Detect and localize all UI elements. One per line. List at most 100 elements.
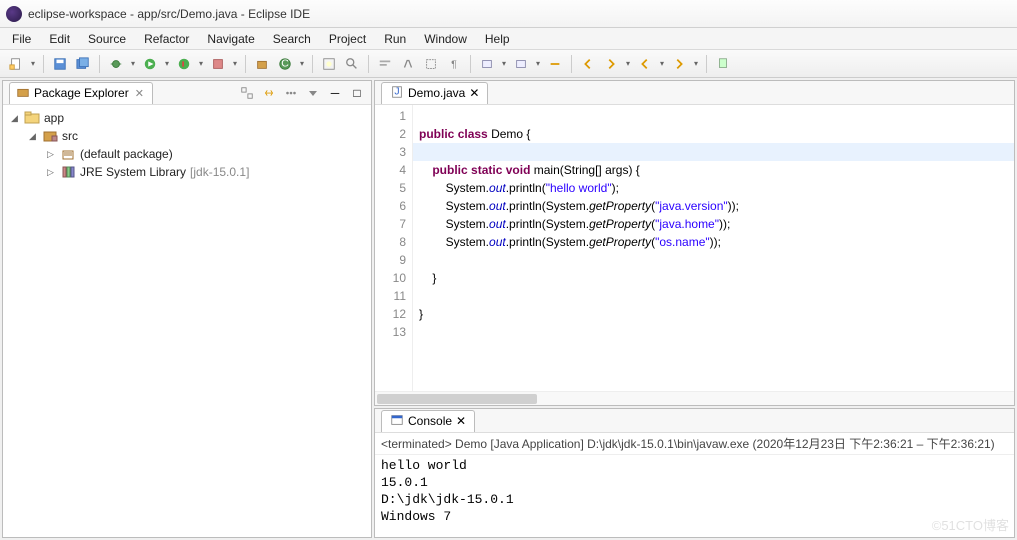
package-tree[interactable]: ◢ app ◢ src ▷(default package)▷JRE System Li… — [3, 105, 371, 537]
svg-text:¶: ¶ — [451, 58, 457, 70]
minimize-button[interactable]: ─ — [327, 85, 343, 101]
code-line[interactable]: System.out.println("hello world"); — [419, 179, 1008, 197]
dropdown-icon[interactable]: ▾ — [231, 59, 239, 68]
menu-window[interactable]: Window — [416, 30, 475, 48]
new-class-button[interactable]: C — [275, 54, 295, 74]
forward-history-button[interactable] — [669, 54, 689, 74]
dropdown-icon[interactable]: ▾ — [129, 59, 137, 68]
code-line[interactable] — [419, 323, 1008, 341]
search-button[interactable] — [342, 54, 362, 74]
dropdown-icon[interactable]: ▾ — [500, 59, 508, 68]
pin-editor-button[interactable] — [713, 54, 733, 74]
code-editor[interactable]: 12345678910111213 public class Demo { pu… — [375, 105, 1014, 391]
menu-refactor[interactable]: Refactor — [136, 30, 197, 48]
forward-button[interactable] — [601, 54, 621, 74]
library-icon — [60, 164, 76, 180]
view-menu-button[interactable] — [305, 85, 321, 101]
horizontal-scrollbar[interactable] — [375, 391, 1014, 405]
dropdown-icon[interactable]: ▾ — [197, 59, 205, 68]
line-number: 6 — [377, 197, 406, 215]
block-selection-button[interactable] — [421, 54, 441, 74]
code-line[interactable]: public class Demo { — [419, 125, 1008, 143]
expand-icon[interactable]: ▷ — [45, 167, 56, 178]
run-button[interactable] — [140, 54, 160, 74]
annotation-next-button[interactable] — [511, 54, 531, 74]
back-history-button[interactable] — [635, 54, 655, 74]
external-tools-button[interactable] — [208, 54, 228, 74]
dropdown-icon[interactable]: ▾ — [163, 59, 171, 68]
dropdown-icon[interactable]: ▾ — [658, 59, 666, 68]
menu-navigate[interactable]: Navigate — [199, 30, 262, 48]
dropdown-icon[interactable]: ▾ — [534, 59, 542, 68]
code-line[interactable] — [413, 143, 1014, 161]
back-button[interactable] — [578, 54, 598, 74]
close-icon[interactable]: ✕ — [456, 414, 466, 428]
debug-button[interactable] — [106, 54, 126, 74]
code-line[interactable]: System.out.println(System.getProperty("o… — [419, 233, 1008, 251]
console-output[interactable]: hello world 15.0.1 D:\jdk\jdk-15.0.1 Win… — [375, 455, 1014, 537]
line-number: 1 — [377, 107, 406, 125]
link-editor-button[interactable] — [261, 85, 277, 101]
tree-item-label: src — [62, 129, 78, 143]
main-area: J Demo.java ✕ 12345678910111213 public c… — [374, 80, 1015, 538]
close-icon[interactable]: ✕ — [469, 86, 479, 100]
collapse-icon[interactable]: ◢ — [9, 113, 20, 124]
tree-item-label: app — [44, 111, 64, 125]
console-tab[interactable]: Console ✕ — [381, 410, 475, 432]
scroll-thumb[interactable] — [377, 394, 537, 404]
tree-item[interactable]: ◢ src — [3, 127, 371, 145]
code-line[interactable]: System.out.println(System.getProperty("j… — [419, 215, 1008, 233]
menu-project[interactable]: Project — [321, 30, 374, 48]
expand-icon[interactable]: ▷ — [45, 149, 56, 160]
collapse-all-button[interactable] — [239, 85, 255, 101]
code-line[interactable] — [419, 251, 1008, 269]
menu-edit[interactable]: Edit — [41, 30, 78, 48]
svg-text:C: C — [281, 57, 289, 69]
toggle-breadcrumb-button[interactable] — [375, 54, 395, 74]
package-explorer-title: Package Explorer — [34, 86, 129, 100]
editor-tab-label: Demo.java — [408, 86, 465, 100]
dropdown-icon[interactable]: ▾ — [298, 59, 306, 68]
new-button[interactable] — [6, 54, 26, 74]
code-line[interactable] — [419, 107, 1008, 125]
dropdown-icon[interactable]: ▾ — [29, 59, 37, 68]
dropdown-icon[interactable]: ▾ — [692, 59, 700, 68]
console-title: Console — [408, 414, 452, 428]
save-all-button[interactable] — [73, 54, 93, 74]
code-line[interactable]: System.out.println(System.getProperty("j… — [419, 197, 1008, 215]
open-type-button[interactable] — [319, 54, 339, 74]
package-explorer-tab[interactable]: Package Explorer ✕ — [9, 82, 153, 104]
line-number: 5 — [377, 179, 406, 197]
tree-item[interactable]: ▷(default package) — [3, 145, 371, 163]
code-line[interactable]: } — [419, 269, 1008, 287]
coverage-button[interactable] — [174, 54, 194, 74]
maximize-button[interactable]: □ — [349, 85, 365, 101]
menu-source[interactable]: Source — [80, 30, 134, 48]
tab-demo-java[interactable]: J Demo.java ✕ — [381, 82, 488, 104]
line-number: 8 — [377, 233, 406, 251]
save-button[interactable] — [50, 54, 70, 74]
console-panel: Console ✕ <terminated> Demo [Java Applic… — [374, 408, 1015, 538]
last-edit-button[interactable] — [545, 54, 565, 74]
filter-button[interactable] — [283, 85, 299, 101]
tree-item[interactable]: ◢ app — [3, 109, 371, 127]
code-line[interactable] — [419, 287, 1008, 305]
show-whitespace-button[interactable]: ¶ — [444, 54, 464, 74]
code-line[interactable]: public static void main(String[] args) { — [419, 161, 1008, 179]
tree-item[interactable]: ▷JRE System Library [jdk-15.0.1] — [3, 163, 371, 181]
collapse-icon[interactable]: ◢ — [27, 131, 38, 142]
menu-file[interactable]: File — [4, 30, 39, 48]
menu-search[interactable]: Search — [265, 30, 319, 48]
new-package-button[interactable] — [252, 54, 272, 74]
line-number: 9 — [377, 251, 406, 269]
close-icon[interactable]: ✕ — [133, 87, 146, 100]
menu-run[interactable]: Run — [376, 30, 414, 48]
code-area[interactable]: public class Demo { public static void m… — [413, 105, 1014, 391]
mark-occurrences-button[interactable] — [398, 54, 418, 74]
annotation-prev-button[interactable] — [477, 54, 497, 74]
eclipse-icon — [6, 6, 22, 22]
main-toolbar: ▾ ▾ ▾ ▾ ▾ C ▾ ¶ ▾ ▾ ▾ ▾ ▾ — [0, 50, 1017, 78]
code-line[interactable]: } — [419, 305, 1008, 323]
dropdown-icon[interactable]: ▾ — [624, 59, 632, 68]
menu-help[interactable]: Help — [477, 30, 518, 48]
